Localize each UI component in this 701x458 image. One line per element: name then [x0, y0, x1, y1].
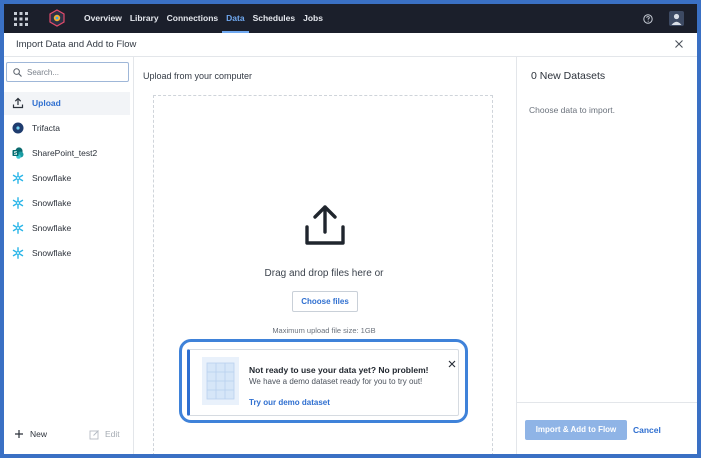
drag-drop-text: Drag and drop files here or — [264, 268, 384, 279]
divider — [517, 402, 697, 403]
sidebar-item-label: Upload — [32, 98, 61, 108]
new-label: New — [30, 429, 48, 439]
demo-subtitle: We have a demo dataset ready for you to … — [249, 377, 423, 386]
snowflake-icon — [12, 172, 24, 184]
search-input[interactable] — [27, 65, 123, 79]
sidebar-item-snowflake[interactable]: Snowflake — [4, 167, 130, 190]
snowflake-icon — [12, 197, 24, 209]
top-nav: Overview Library Connections Data Schedu… — [4, 4, 697, 33]
empty-state-message: Choose data to import. — [529, 105, 615, 115]
edit-connection-button[interactable]: Edit — [89, 427, 120, 441]
snowflake-icon — [12, 222, 24, 234]
sidebar-item-snowflake[interactable]: Snowflake — [4, 217, 130, 240]
search-icon — [13, 68, 22, 77]
app-window: Overview Library Connections Data Schedu… — [4, 4, 697, 454]
try-demo-dataset-link[interactable]: Try our demo dataset — [249, 398, 330, 407]
avatar[interactable] — [669, 11, 684, 26]
nav-overview[interactable]: Overview — [80, 4, 126, 33]
sidebar-item-upload[interactable]: Upload — [4, 92, 130, 115]
close-icon[interactable] — [674, 39, 684, 49]
new-connection-button[interactable]: New — [14, 427, 47, 441]
nav-links: Overview Library Connections Data Schedu… — [80, 4, 327, 33]
sidebar-item-label: Trifacta — [32, 123, 61, 133]
dialog-title: Import Data and Add to Flow — [16, 39, 137, 50]
choose-files-button[interactable]: Choose files — [292, 291, 358, 312]
nav-schedules[interactable]: Schedules — [249, 4, 300, 33]
sidebar-item-snowflake[interactable]: Snowflake — [4, 242, 130, 265]
demo-title: Not ready to use your data yet? No probl… — [249, 365, 429, 375]
search-box — [6, 62, 129, 82]
cancel-button[interactable]: Cancel — [633, 425, 661, 435]
sidebar-item-label: SharePoint_test2 — [32, 148, 98, 158]
edit-icon — [89, 429, 99, 439]
dialog-header: Import Data and Add to Flow — [4, 33, 697, 57]
trifacta-icon — [12, 122, 24, 134]
datasets-count-title: 0 New Datasets — [531, 70, 606, 82]
upload-panel-title: Upload from your computer — [143, 71, 253, 81]
edit-label: Edit — [105, 429, 120, 439]
trifacta-logo-icon[interactable] — [48, 9, 66, 27]
nav-library[interactable]: Library — [126, 4, 163, 33]
upload-icon — [305, 205, 345, 245]
import-add-to-flow-button[interactable]: Import & Add to Flow — [525, 420, 627, 440]
help-icon[interactable] — [643, 14, 653, 24]
nav-jobs[interactable]: Jobs — [299, 4, 327, 33]
sidebar-item-label: Snowflake — [32, 198, 72, 208]
sidebar-item-snowflake[interactable]: Snowflake — [4, 192, 130, 215]
demo-dataset-card: Not ready to use your data yet? No probl… — [187, 349, 459, 416]
sharepoint-icon: S — [12, 147, 24, 159]
spreadsheet-icon — [202, 357, 239, 405]
source-sidebar: Upload Trifacta S SharePoint_test2 — [4, 57, 134, 454]
sidebar-footer: New Edit — [4, 425, 134, 445]
sidebar-item-trifacta[interactable]: Trifacta — [4, 117, 130, 140]
close-icon[interactable] — [448, 360, 456, 368]
datasets-panel: 0 New Datasets Choose data to import. Im… — [516, 57, 697, 454]
upload-icon — [12, 97, 24, 109]
snowflake-icon — [12, 247, 24, 259]
upload-panel: Upload from your computer Drag and drop … — [135, 57, 515, 454]
nav-connections[interactable]: Connections — [163, 4, 222, 33]
max-file-size-text: Maximum upload file size: 1GB — [272, 326, 376, 335]
sidebar-item-label: Snowflake — [32, 223, 72, 233]
plus-icon — [15, 430, 23, 438]
nav-data[interactable]: Data — [222, 4, 249, 33]
sidebar-item-label: Snowflake — [32, 248, 72, 258]
app-grid-icon[interactable] — [14, 12, 28, 26]
sidebar-item-sharepoint[interactable]: S SharePoint_test2 — [4, 142, 130, 165]
sidebar-item-label: Snowflake — [32, 173, 72, 183]
